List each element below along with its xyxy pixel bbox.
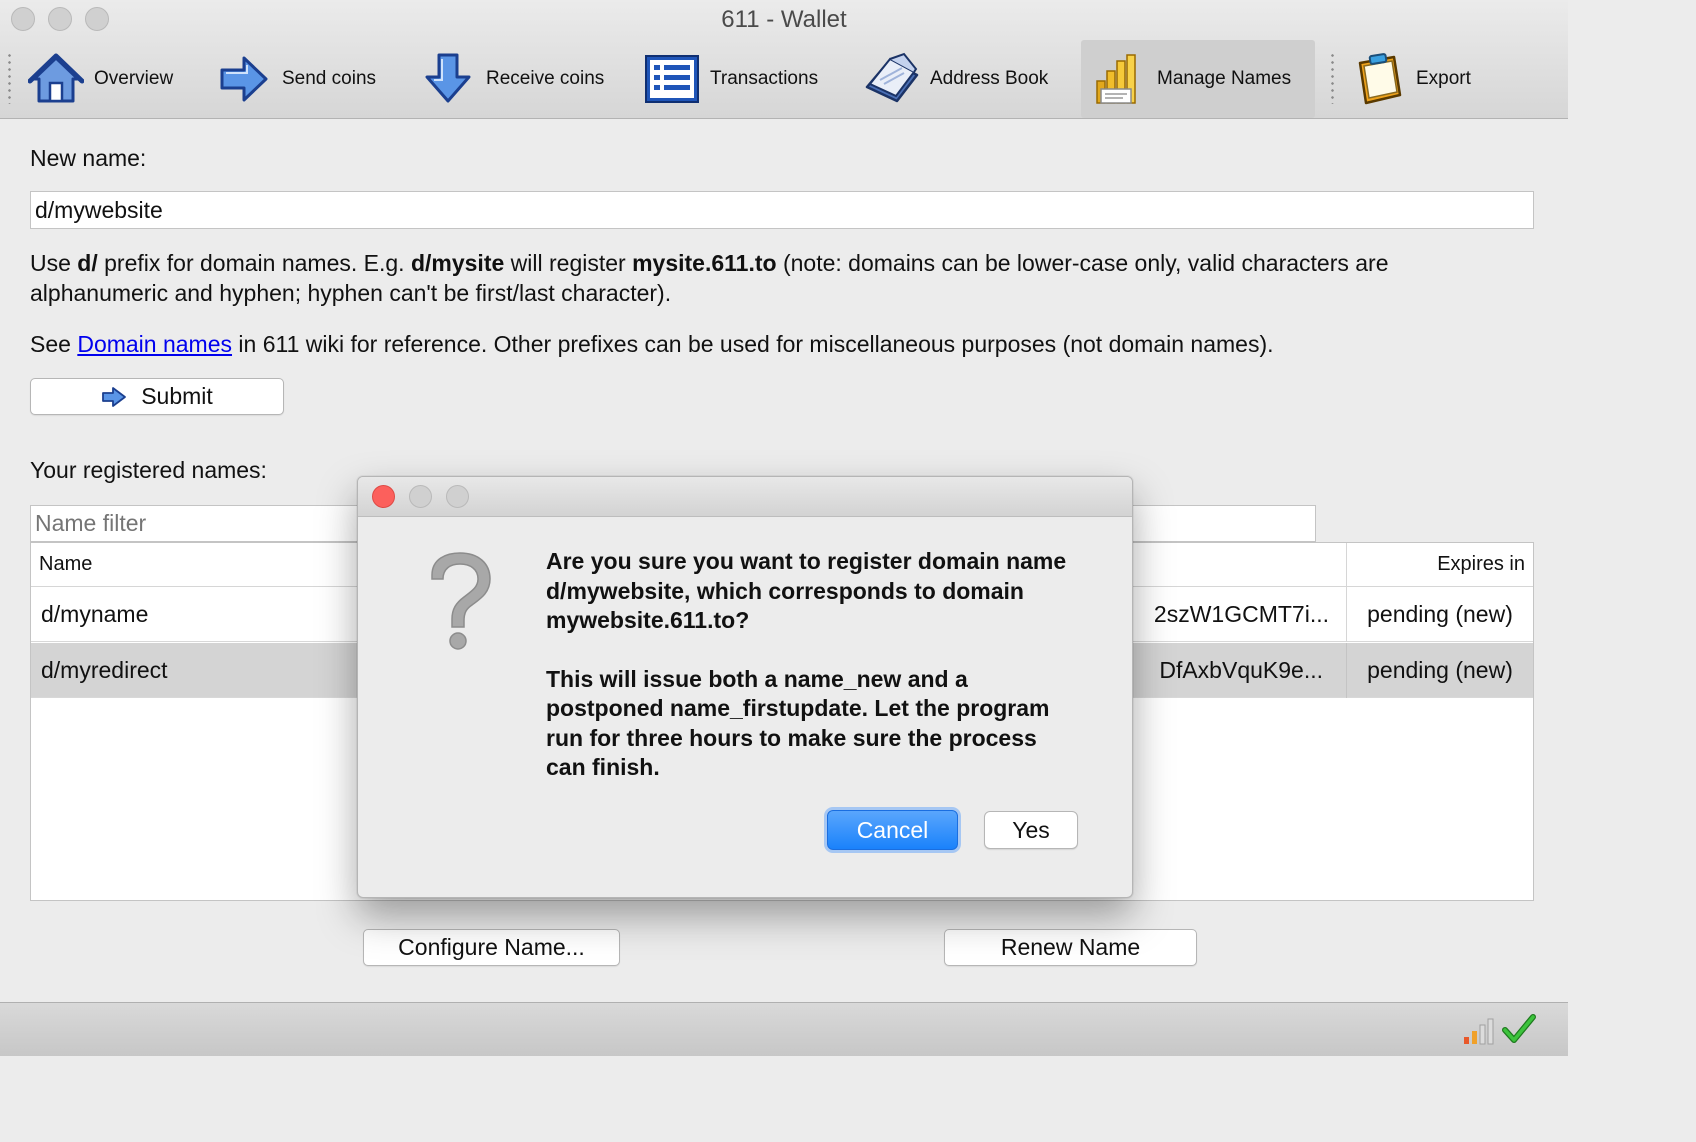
dialog-close-button[interactable] bbox=[372, 485, 395, 508]
dialog-message: Are you sure you want to register domain… bbox=[546, 547, 1076, 783]
synced-checkmark-icon[interactable] bbox=[1502, 1013, 1536, 1045]
toolbar-send-coins-label: Send coins bbox=[282, 68, 377, 89]
new-name-label: New name: bbox=[30, 145, 147, 171]
toolbar-transactions[interactable]: Transactions bbox=[634, 40, 828, 118]
dialog-message-question: Are you sure you want to register domain… bbox=[546, 548, 1067, 633]
toolbar-separator bbox=[8, 52, 11, 104]
toolbar-export[interactable]: Export bbox=[1340, 40, 1481, 118]
row-address: DfAxbVquK9e... bbox=[1159, 657, 1323, 683]
toolbar-separator bbox=[1331, 52, 1334, 104]
toolbar-address-book-label: Address Book bbox=[930, 68, 1049, 89]
address-book-icon bbox=[865, 52, 919, 103]
window-header: 611 - Wallet Overview Send coins Receive… bbox=[0, 0, 1568, 119]
toolbar-overview[interactable]: Overview bbox=[18, 40, 183, 118]
toolbar-receive-coins-label: Receive coins bbox=[486, 68, 605, 89]
dialog-titlebar bbox=[358, 477, 1132, 517]
submit-button-label: Submit bbox=[141, 383, 213, 409]
arrow-right-icon bbox=[102, 386, 127, 407]
toolbar-overview-label: Overview bbox=[94, 68, 174, 89]
row-address: 2szW1GCMT7i... bbox=[1153, 601, 1329, 627]
row-expires: pending (new) bbox=[1346, 643, 1533, 698]
toolbar-manage-names-label: Manage Names bbox=[1157, 68, 1292, 89]
dialog-message-details: This will issue both a name_new and a po… bbox=[546, 665, 1050, 781]
row-expires: pending (new) bbox=[1346, 587, 1533, 642]
dialog-window-controls bbox=[372, 485, 469, 508]
arrow-down-icon bbox=[425, 53, 471, 103]
domain-names-link[interactable]: Domain names bbox=[77, 331, 232, 357]
registered-names-label: Your registered names: bbox=[30, 457, 267, 483]
home-icon bbox=[28, 53, 84, 103]
toolbar-export-label: Export bbox=[1416, 68, 1471, 89]
yes-button[interactable]: Yes bbox=[984, 811, 1078, 849]
new-name-input[interactable] bbox=[30, 191, 1534, 229]
toolbar-manage-names[interactable]: Manage Names bbox=[1081, 40, 1315, 118]
status-bar bbox=[0, 1002, 1568, 1056]
question-mark-icon bbox=[431, 552, 491, 650]
signal-strength-icon[interactable] bbox=[1462, 1017, 1496, 1045]
domain-help-text: Use d/ prefix for domain names. E.g. d/m… bbox=[30, 250, 1389, 306]
configure-name-button[interactable]: Configure Name... bbox=[363, 929, 620, 966]
row-name: d/myname bbox=[41, 601, 149, 627]
toolbar-address-book[interactable]: Address Book bbox=[854, 40, 1058, 118]
clipboard-icon bbox=[1358, 53, 1402, 105]
arrow-right-icon bbox=[220, 56, 268, 102]
confirm-register-dialog: Are you sure you want to register domain… bbox=[357, 476, 1133, 898]
toolbar-transactions-label: Transactions bbox=[710, 68, 819, 89]
row-name: d/myredirect bbox=[41, 657, 168, 683]
list-icon bbox=[645, 55, 699, 103]
submit-button[interactable]: Submit bbox=[30, 378, 284, 415]
toolbar-send-coins[interactable]: Send coins bbox=[206, 40, 386, 118]
main-toolbar: Overview Send coins Receive coins Transa… bbox=[0, 40, 1568, 118]
toolbar-receive-coins[interactable]: Receive coins bbox=[410, 40, 614, 118]
names-icon bbox=[1096, 54, 1136, 104]
dialog-zoom-button bbox=[446, 485, 469, 508]
window-title: 611 - Wallet bbox=[721, 6, 847, 33]
dialog-minimize-button bbox=[409, 485, 432, 508]
cancel-button[interactable]: Cancel bbox=[827, 810, 958, 850]
column-header-expires[interactable]: Expires in bbox=[1346, 543, 1533, 587]
renew-name-button[interactable]: Renew Name bbox=[944, 929, 1197, 966]
wiki-help-text: See Domain names in 611 wiki for referen… bbox=[30, 331, 1274, 357]
